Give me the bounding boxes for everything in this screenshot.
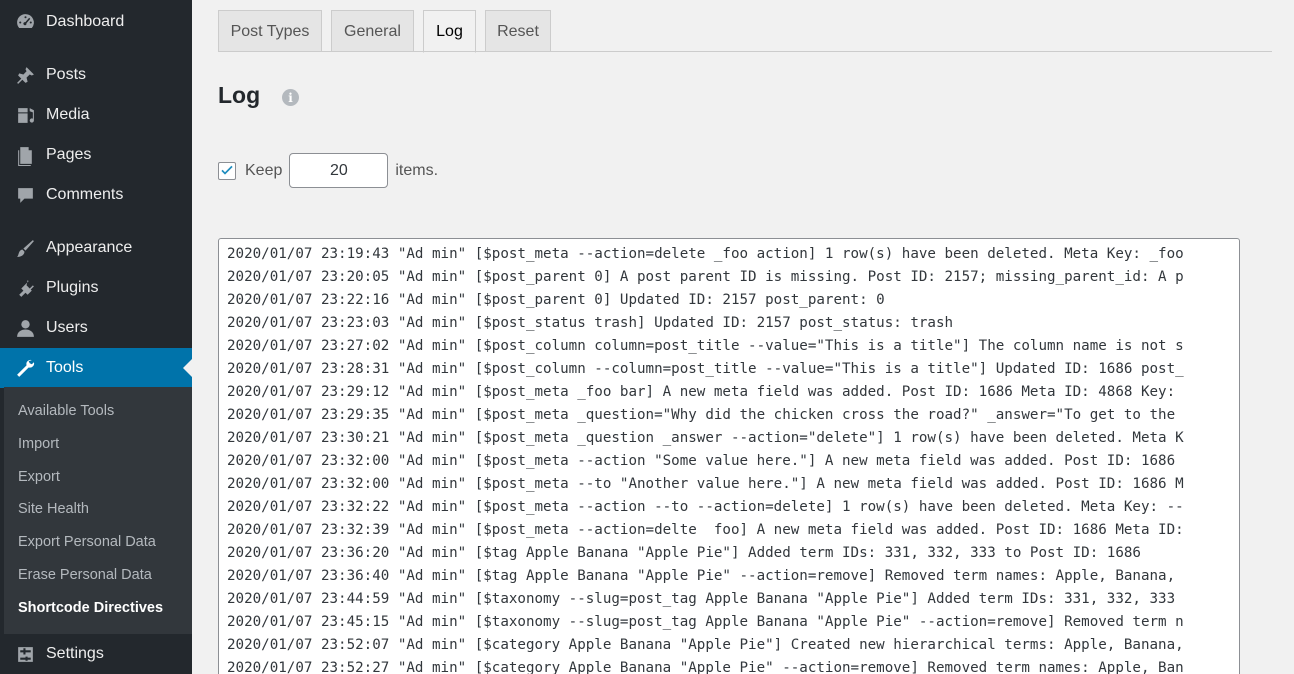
menu-appearance[interactable]: Appearance (0, 228, 192, 268)
submenu-export[interactable]: Export (18, 469, 60, 485)
log-line: 2020/01/07 23:29:12 "Ad min" [$post_meta… (227, 384, 1176, 400)
log-line: 2020/01/07 23:32:22 "Ad min" [$post_meta… (227, 499, 1184, 515)
page-title: Log (218, 82, 261, 108)
pages-icon (0, 145, 46, 166)
menu-label: Tools (46, 359, 84, 376)
settings-icon (0, 644, 46, 665)
menu-label: Appearance (46, 239, 133, 256)
tab-post-types[interactable]: Post Types (218, 10, 322, 52)
log-line: 2020/01/07 23:28:31 "Ad min" [$post_colu… (227, 361, 1184, 377)
log-line: 2020/01/07 23:27:02 "Ad min" [$post_colu… (227, 338, 1184, 354)
info-icon[interactable]: i (282, 89, 299, 106)
tab-general[interactable]: General (331, 10, 414, 52)
log-line: 2020/01/07 23:30:21 "Ad min" [$post_meta… (227, 430, 1184, 446)
log-line: 2020/01/07 23:22:16 "Ad min" [$post_pare… (227, 292, 885, 308)
log-line: 2020/01/07 23:23:03 "Ad min" [$post_stat… (227, 315, 954, 331)
items-label: items. (395, 161, 439, 179)
keep-checkbox[interactable] (218, 161, 236, 180)
menu-users[interactable]: Users (0, 308, 192, 348)
submenu-shortcode-directives[interactable]: Shortcode Directives (18, 600, 163, 616)
menu-label: Pages (46, 146, 92, 163)
log-line: 2020/01/07 23:29:35 "Ad min" [$post_meta… (227, 407, 1176, 423)
tab-log[interactable]: Log (423, 10, 476, 53)
log-line: 2020/01/07 23:19:43 "Ad min" [$post_meta… (227, 246, 1184, 262)
menu-tools[interactable]: Tools (0, 348, 192, 388)
wrench-icon (0, 358, 46, 379)
log-line: 2020/01/07 23:32:00 "Ad min" [$post_meta… (227, 453, 1176, 469)
keep-items-row: Keep items. (218, 153, 438, 188)
menu-posts[interactable]: Posts (0, 55, 192, 95)
submenu-erase-personal-data[interactable]: Erase Personal Data (18, 567, 152, 583)
menu-comments[interactable]: Comments (0, 175, 192, 215)
menu-pages[interactable]: Pages (0, 135, 192, 175)
submenu-site-health[interactable]: Site Health (18, 501, 89, 517)
brush-icon (0, 238, 46, 259)
menu-dashboard[interactable]: Dashboard (0, 2, 192, 42)
checkmark-icon (221, 165, 233, 175)
user-icon (0, 318, 46, 339)
menu-label: Comments (46, 186, 124, 203)
log-line: 2020/01/07 23:44:59 "Ad min" [$taxonomy … (227, 591, 1176, 607)
tab-divider (218, 51, 1272, 52)
submenu-export-personal-data[interactable]: Export Personal Data (18, 534, 156, 550)
dashboard-icon (0, 12, 46, 33)
admin-sidebar: Dashboard Posts Media Pages Comments App… (0, 0, 192, 674)
comment-icon (0, 185, 46, 206)
log-line: 2020/01/07 23:32:39 "Ad min" [$post_meta… (227, 522, 1184, 538)
log-line: 2020/01/07 23:36:20 "Ad min" [$tag Apple… (227, 545, 1141, 561)
menu-label: Settings (46, 645, 104, 662)
submenu-import[interactable]: Import (18, 436, 59, 452)
plugin-icon (0, 278, 46, 299)
keep-label: Keep (245, 161, 283, 179)
log-line: 2020/01/07 23:52:07 "Ad min" [$category … (227, 637, 1184, 653)
media-icon (0, 105, 46, 126)
menu-label: Media (46, 106, 90, 123)
menu-label: Users (46, 319, 88, 336)
log-line: 2020/01/07 23:45:15 "Ad min" [$taxonomy … (227, 614, 1184, 630)
keep-count-input[interactable] (289, 153, 389, 188)
menu-label: Plugins (46, 279, 99, 296)
log-line: 2020/01/07 23:52:27 "Ad min" [$category … (227, 660, 1184, 674)
tools-submenu: Available Tools Import Export Site Healt… (4, 387, 192, 634)
menu-plugins[interactable]: Plugins (0, 268, 192, 308)
log-line: 2020/01/07 23:36:40 "Ad min" [$tag Apple… (227, 568, 1176, 584)
menu-settings[interactable]: Settings (0, 634, 192, 674)
log-textarea[interactable]: 2020/01/07 23:19:43 "Ad min" [$post_meta… (218, 238, 1240, 674)
pin-icon (0, 65, 46, 86)
log-line: 2020/01/07 23:20:05 "Ad min" [$post_pare… (227, 269, 1184, 285)
main-content: Post Types General Log Reset Log i Keep … (192, 0, 1294, 674)
tab-reset[interactable]: Reset (485, 10, 551, 52)
menu-label: Posts (46, 66, 87, 83)
submenu-available-tools[interactable]: Available Tools (18, 403, 114, 419)
log-line: 2020/01/07 23:32:00 "Ad min" [$post_meta… (227, 476, 1184, 492)
menu-label: Dashboard (46, 13, 125, 30)
menu-media[interactable]: Media (0, 95, 192, 135)
